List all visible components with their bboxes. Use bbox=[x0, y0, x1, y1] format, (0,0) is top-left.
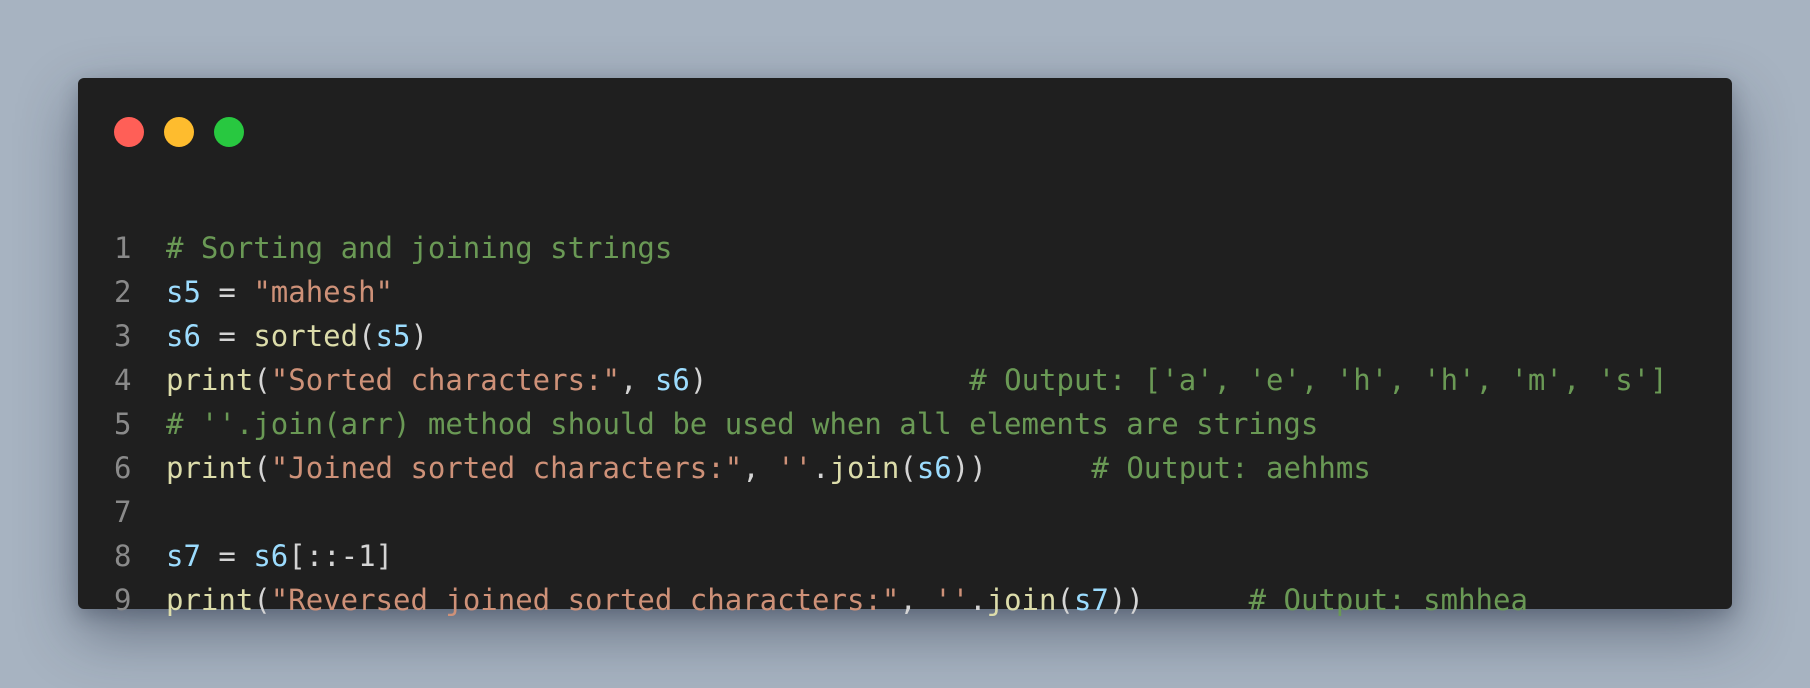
code-token-comment: # Sorting and joining strings bbox=[166, 231, 673, 265]
code-token-str: '' bbox=[934, 583, 970, 617]
code-token-str: "Joined sorted characters:" bbox=[270, 451, 743, 485]
code-token-punc: , bbox=[899, 583, 935, 617]
code-token-punc: ) bbox=[410, 319, 428, 353]
code-text: s5 = "mahesh" bbox=[166, 270, 393, 314]
code-text: print("Reversed joined sorted characters… bbox=[166, 578, 1528, 622]
code-token-punc: )) bbox=[951, 451, 987, 485]
line-number: 6 bbox=[114, 451, 132, 485]
code-line: 7 bbox=[78, 490, 1732, 534]
line-number: 5 bbox=[114, 407, 132, 441]
code-token-var: s6 bbox=[916, 451, 952, 485]
code-token-punc: )) bbox=[1108, 583, 1144, 617]
code-line: 6 print("Joined sorted characters:", ''.j… bbox=[78, 446, 1732, 490]
minimize-dot-icon[interactable] bbox=[164, 117, 194, 147]
code-line: 3 s6 = sorted(s5) bbox=[78, 314, 1732, 358]
code-text: print("Sorted characters:", s6) # Output… bbox=[166, 358, 1668, 402]
code-line: 2 s5 = "mahesh" bbox=[78, 270, 1732, 314]
code-text: s7 = s6[::-1] bbox=[166, 534, 393, 578]
code-token-punc: ( bbox=[899, 451, 917, 485]
code-text: print("Joined sorted characters:", ''.jo… bbox=[166, 446, 1371, 490]
code-text: # ''.join(arr) method should be used whe… bbox=[166, 402, 1318, 446]
code-token-var: s5 bbox=[375, 319, 411, 353]
code-token-punc: . bbox=[969, 583, 987, 617]
code-line: 1 # Sorting and joining strings bbox=[78, 226, 1732, 270]
code-token-op bbox=[707, 363, 969, 397]
code-line: 5 # ''.join(arr) method should be used wh… bbox=[78, 402, 1732, 446]
code-token-punc: , bbox=[619, 363, 655, 397]
zoom-dot-icon[interactable] bbox=[214, 117, 244, 147]
code-token-fn: join bbox=[986, 583, 1057, 617]
code-token-punc: . bbox=[812, 451, 830, 485]
code-token-str: "Reversed joined sorted characters:" bbox=[270, 583, 900, 617]
code-token-punc: ) bbox=[689, 363, 708, 397]
code-token-fn: print bbox=[166, 583, 254, 617]
line-number: 7 bbox=[114, 495, 132, 529]
code-token-op: = bbox=[200, 539, 254, 573]
code-token-str: "Sorted characters:" bbox=[270, 363, 620, 397]
code-window: 1 # Sorting and joining strings 2 s5 = "mah… bbox=[78, 78, 1732, 617]
line-number: 8 bbox=[114, 539, 132, 573]
code-token-punc: ( bbox=[253, 363, 271, 397]
code-token-fn: join bbox=[829, 451, 900, 485]
code-line: 9 print("Reversed joined sorted character… bbox=[78, 578, 1732, 622]
code-token-var: s6 bbox=[166, 319, 201, 353]
code-token-str: '' bbox=[777, 451, 813, 485]
code-token-punc: ( bbox=[1056, 583, 1074, 617]
code-token-punc: [::-1] bbox=[288, 539, 393, 573]
code-token-var: s6 bbox=[654, 363, 690, 397]
code-token-var: s5 bbox=[166, 275, 201, 309]
line-number: 2 bbox=[114, 275, 132, 309]
window-controls bbox=[114, 117, 244, 147]
line-number: 9 bbox=[114, 583, 132, 617]
code-line: 8 s7 = s6[::-1] bbox=[78, 534, 1732, 578]
code-token-str: "mahesh" bbox=[253, 275, 393, 309]
code-token-comment: # Output: aehhms bbox=[1091, 451, 1371, 485]
code-token-punc: , bbox=[742, 451, 778, 485]
code-text: # Sorting and joining strings bbox=[166, 226, 672, 270]
code-token-var: s6 bbox=[253, 539, 289, 573]
code-token-fn: sorted bbox=[253, 319, 359, 353]
code-token-fn: print bbox=[166, 363, 254, 397]
code-line: 4 print("Sorted characters:", s6) # Outpu… bbox=[78, 358, 1732, 402]
code-token-punc: ( bbox=[253, 583, 271, 617]
code-token-comment: # Output: ['a', 'e', 'h', 'h', 'm', 's'] bbox=[969, 363, 1668, 397]
code-token-punc: ( bbox=[253, 451, 271, 485]
line-number: 4 bbox=[114, 363, 132, 397]
code-token-comment: # Output: smhhea bbox=[1248, 583, 1528, 617]
code-token-op bbox=[987, 451, 1092, 485]
line-number: 3 bbox=[114, 319, 132, 353]
code-token-fn: print bbox=[166, 451, 254, 485]
code-token-var: s7 bbox=[1073, 583, 1109, 617]
code-token-punc: ( bbox=[358, 319, 376, 353]
code-text: s6 = sorted(s5) bbox=[166, 314, 428, 358]
code-token-op bbox=[1144, 583, 1249, 617]
code-token-comment: # ''.join(arr) method should be used whe… bbox=[166, 407, 1319, 441]
line-number: 1 bbox=[114, 231, 132, 265]
code-token-op: = bbox=[200, 275, 254, 309]
close-dot-icon[interactable] bbox=[114, 117, 144, 147]
code-token-var: s7 bbox=[166, 539, 201, 573]
code-token-op: = bbox=[200, 319, 254, 353]
